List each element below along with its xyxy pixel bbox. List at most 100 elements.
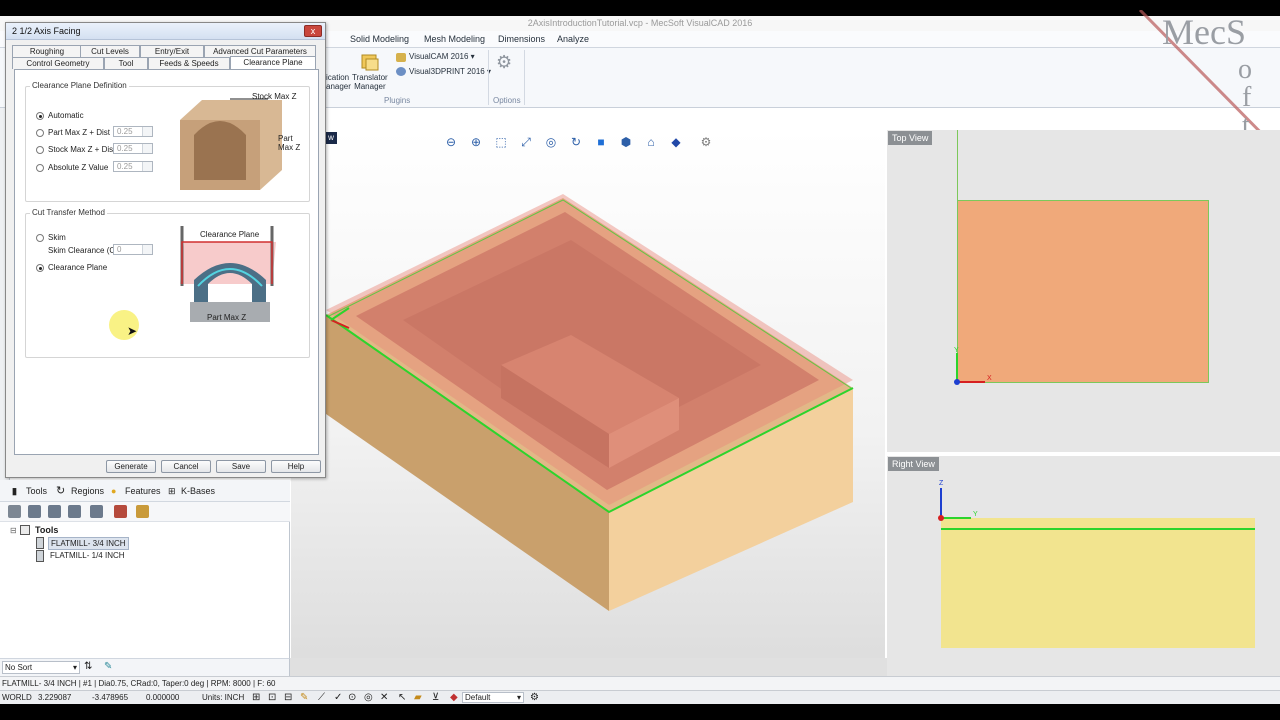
- cut-transfer-title: Cut Transfer Method: [30, 208, 107, 217]
- visual3dprint-menu[interactable]: Visual3DPRINT 2016 ▾: [409, 67, 491, 76]
- create-tool-icon[interactable]: [8, 505, 21, 518]
- sort-select[interactable]: No Sort ▾: [2, 661, 80, 674]
- tab-tools[interactable]: Tools: [26, 486, 47, 496]
- visual3dprint-label: Visual3DPRINT 2016: [409, 67, 485, 76]
- visualcam-label: VisualCAM 2016: [409, 52, 469, 61]
- circle-icon[interactable]: ⊙: [348, 691, 356, 704]
- tab-features[interactable]: Features: [125, 486, 161, 496]
- automatic-label: Automatic: [48, 111, 84, 120]
- absolute-z-radio[interactable]: [36, 164, 44, 172]
- ortho-icon[interactable]: ⊟: [284, 691, 292, 704]
- options-group-label: Options: [493, 96, 521, 105]
- wrench-icon[interactable]: ✎: [104, 661, 112, 672]
- stock-max-z-radio[interactable]: [36, 146, 44, 154]
- translator-manager-icon: [360, 52, 380, 72]
- coord-z: 0.000000: [146, 693, 180, 702]
- tab-feeds-speeds[interactable]: Feeds & Speeds: [148, 57, 230, 69]
- translator-manager-button[interactable]: Translator Manager: [352, 73, 388, 91]
- absolute-z-input[interactable]: 0.25: [113, 161, 153, 172]
- flatmill-tool-icon: [36, 537, 44, 549]
- features-tab-icon: ●: [111, 486, 117, 496]
- clearance-plane-page: Clearance Plane Definition Automatic Par…: [14, 69, 319, 455]
- save-button[interactable]: Save: [216, 460, 266, 473]
- tab-kbases[interactable]: K-Bases: [181, 486, 215, 496]
- folder-icon[interactable]: ▰: [414, 691, 422, 704]
- right-view-panel[interactable]: Right View Z Y: [887, 456, 1280, 676]
- tab-roughing[interactable]: Roughing: [12, 45, 82, 57]
- visualcam-icon: [396, 53, 406, 62]
- cancel-button[interactable]: Cancel: [161, 460, 211, 473]
- taper-mill-icon[interactable]: [90, 505, 103, 518]
- part-max-z-caption-2: Part Max Z: [207, 313, 247, 322]
- clearance-definition-title: Clearance Plane Definition: [30, 81, 129, 90]
- cut-transfer-group: Cut Transfer Method Skim Skim Clearance …: [25, 208, 310, 358]
- bottom-black-bar: [0, 704, 1280, 720]
- layer-icon[interactable]: ◆: [450, 691, 458, 704]
- right-view-label: Right View: [888, 457, 939, 471]
- clearance-plane-label: Clearance Plane: [48, 263, 108, 272]
- tab-clearance-plane[interactable]: Clearance Plane: [230, 56, 316, 69]
- browser-tabs: ▮ Tools ↻ Regions ● Features ⊞ K-Bases: [0, 480, 290, 502]
- line-icon[interactable]: ⟋: [318, 691, 325, 704]
- ribbon-separator: [524, 50, 525, 105]
- tree-root-tools[interactable]: Tools: [35, 525, 58, 535]
- tab-entry-exit[interactable]: Entry/Exit: [140, 45, 204, 57]
- viewport-bottom-strip: [290, 658, 887, 676]
- tab-cut-levels[interactable]: Cut Levels: [80, 45, 140, 57]
- plugins-group-label: Plugins: [384, 96, 411, 105]
- gear-icon[interactable]: ⚙: [530, 691, 539, 704]
- tree-item-flatmill-14[interactable]: FLATMILL- 1/4 INCH: [50, 551, 125, 560]
- layer-select-value: Default: [465, 693, 491, 702]
- tab-dimensions[interactable]: Dimensions: [498, 34, 545, 44]
- help-button[interactable]: Help: [271, 460, 321, 473]
- top-view-panel[interactable]: Top View X Y: [887, 130, 1280, 452]
- clearance-plane-radio[interactable]: [36, 264, 44, 272]
- ball-mill-icon[interactable]: [48, 505, 61, 518]
- tab-analyze[interactable]: Analyze: [557, 34, 589, 44]
- tab-solid-modeling[interactable]: Solid Modeling: [350, 34, 409, 44]
- snap-icon[interactable]: ⊡: [268, 691, 276, 704]
- tool-settings-icon[interactable]: [136, 505, 149, 518]
- kbases-tab-icon: ⊞: [168, 486, 176, 496]
- layer-select[interactable]: Default ▾: [462, 692, 524, 703]
- cross-icon[interactable]: ✕: [380, 691, 388, 704]
- close-button[interactable]: x: [304, 25, 322, 37]
- chevron-down-icon: ▾: [516, 693, 521, 702]
- part-max-z-radio[interactable]: [36, 129, 44, 137]
- skim-clearance-input[interactable]: 0: [113, 244, 153, 255]
- coord-x: 3.229087: [38, 693, 72, 702]
- tab-tool[interactable]: Tool: [104, 57, 148, 69]
- flat-mill-icon[interactable]: [28, 505, 41, 518]
- automatic-radio[interactable]: [36, 112, 44, 120]
- tab-regions[interactable]: Regions: [71, 486, 104, 496]
- stock-max-z-input[interactable]: 0.25: [113, 143, 153, 154]
- gear-icon[interactable]: ⚙: [496, 52, 516, 72]
- visual3dprint-icon: [396, 67, 406, 76]
- visualcam-menu[interactable]: VisualCAM 2016 ▾: [409, 52, 475, 61]
- tab-control-geometry[interactable]: Control Geometry: [12, 57, 104, 69]
- tree-item-flatmill-34[interactable]: FLATMILL- 3/4 INCH: [48, 537, 129, 550]
- tab-mesh-modeling[interactable]: Mesh Modeling: [424, 34, 485, 44]
- browser-panel: ▮ Tools ↻ Regions ● Features ⊞ K-Bases ⊟…: [0, 480, 290, 658]
- target-icon[interactable]: ◎: [364, 691, 373, 704]
- perspective-viewport[interactable]: w ⊖ ⊕ ⬚ ⤢ ◎ ↻ ■ ⬢ ⌂ ◆ ⚙: [291, 130, 885, 676]
- generate-button[interactable]: Generate: [106, 460, 156, 473]
- application-manager-button[interactable]: ication anager: [326, 73, 351, 91]
- pencil-icon[interactable]: ✎: [300, 691, 308, 704]
- polyline-icon[interactable]: ✓: [334, 691, 342, 704]
- sort-order-icon[interactable]: ⇅: [84, 661, 92, 672]
- ribbon-separator: [488, 50, 489, 105]
- tree-expander-icon[interactable]: ⊟: [10, 526, 17, 535]
- right-view-z-label: Z: [939, 480, 944, 487]
- clearance-plane-caption: Clearance Plane: [200, 230, 260, 239]
- filter-icon[interactable]: ⊻: [432, 691, 439, 704]
- skim-label: Skim: [48, 233, 66, 242]
- select-icon[interactable]: ↖: [398, 691, 406, 704]
- coordinate-bar: WORLD 3.229087 -3.478965 0.000000 Units:…: [0, 690, 1280, 704]
- tool-library-icon[interactable]: [114, 505, 127, 518]
- part-max-z-input[interactable]: 0.25: [113, 126, 153, 137]
- corner-radius-mill-icon[interactable]: [68, 505, 81, 518]
- grid-icon[interactable]: ⊞: [252, 691, 260, 704]
- skim-radio[interactable]: [36, 234, 44, 242]
- flatmill-tool-icon: [36, 550, 44, 562]
